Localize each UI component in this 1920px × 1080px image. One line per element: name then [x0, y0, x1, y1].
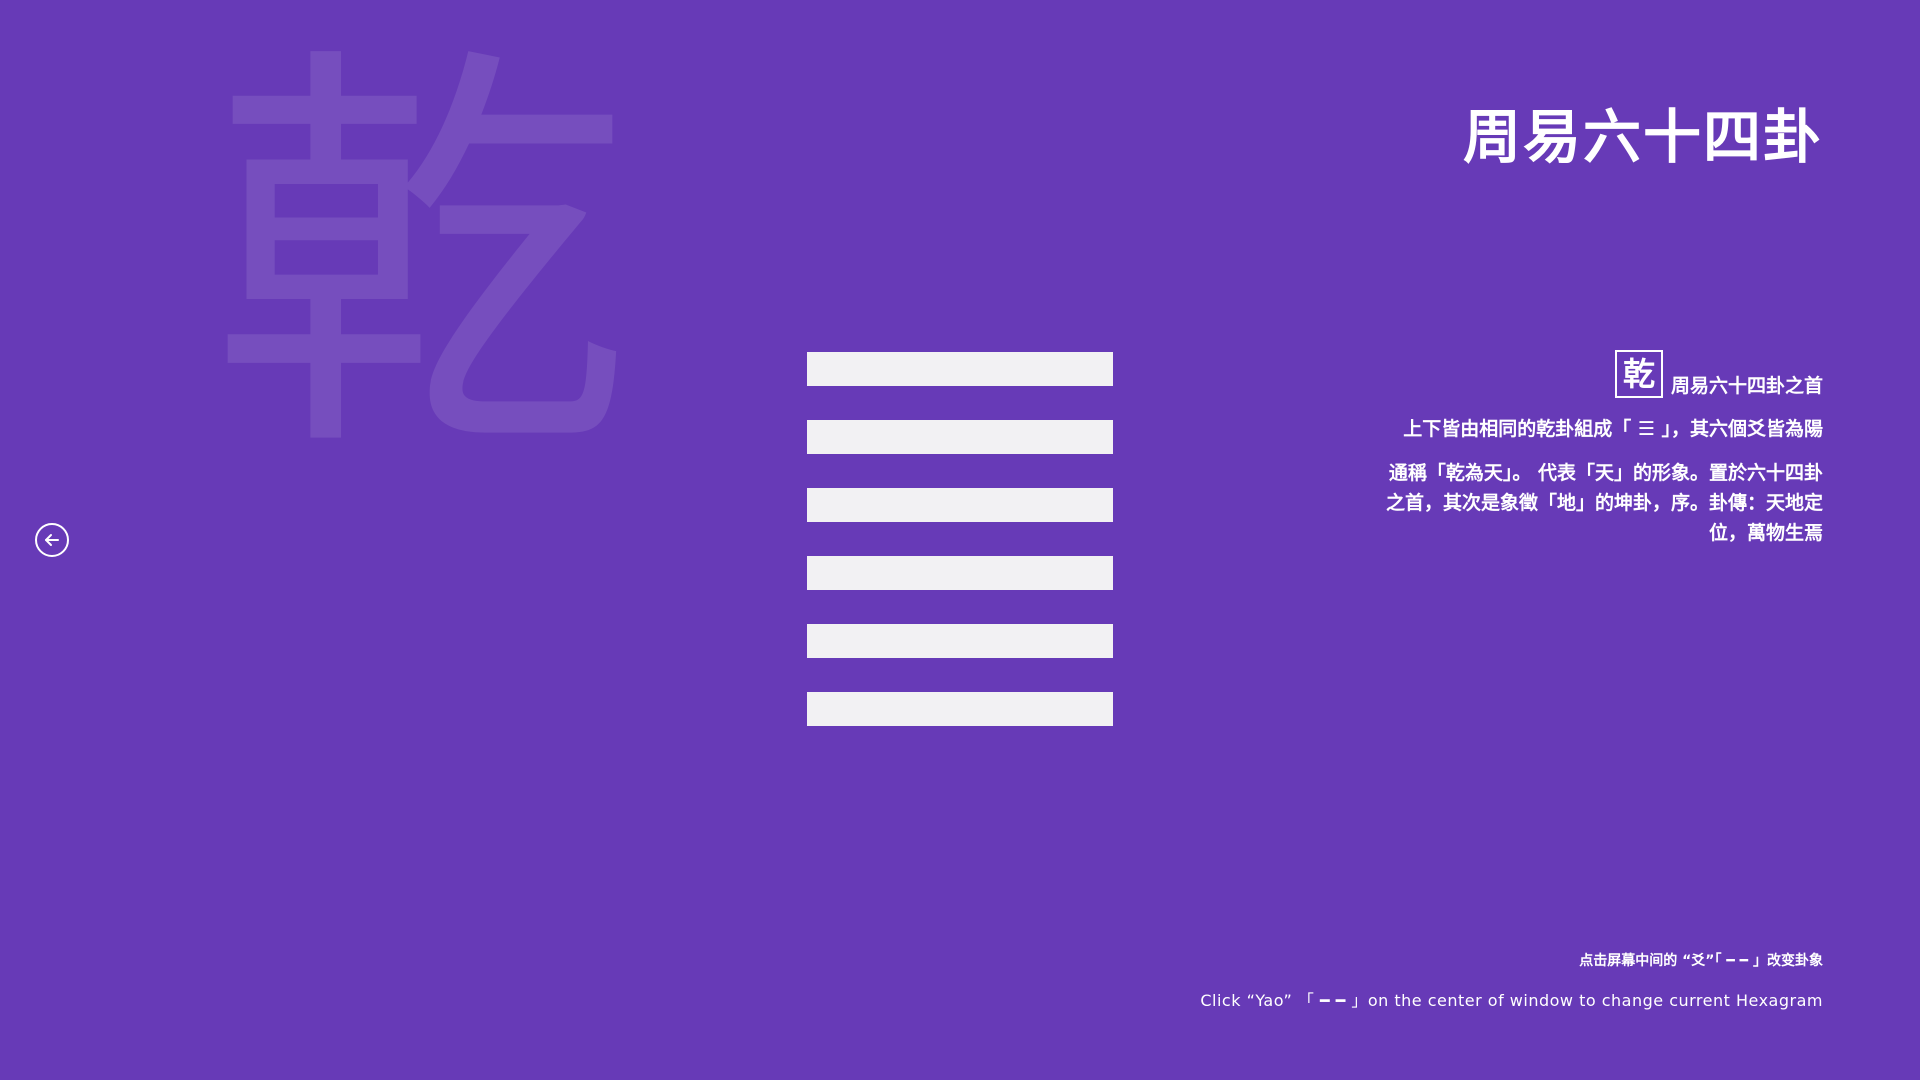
hexagram-info-header: 乾 周易六十四卦之首 [1383, 350, 1823, 398]
app-title: 周易六十四卦 [1462, 103, 1823, 171]
yao-line-2[interactable] [807, 624, 1113, 658]
hexagram-description-2: 通稱「乾為天」。 代表「天」的形象。置於六十四卦之首，其次是象徵「地」的坤卦，序… [1385, 462, 1823, 544]
yao-line-4[interactable] [807, 488, 1113, 522]
hexagram-page: 乾 周易六十四卦 乾 周易六十四卦之首 上下皆由相同的乾卦組成「 ☰ 」，其六個… [0, 0, 1920, 1080]
hint-chinese: 点击屏幕中间的 “爻”「 ━ ━ 」改变卦象 [1579, 953, 1823, 969]
back-button[interactable] [35, 523, 69, 557]
hint-english: Click “Yao” 「 ━ ━ 」on the center of wind… [1200, 991, 1823, 1010]
yao-line-1[interactable] [807, 692, 1113, 726]
yao-line-5[interactable] [807, 420, 1113, 454]
hexagram-name-box: 乾 [1614, 350, 1663, 398]
hexagram [807, 352, 1113, 726]
arrow-left-circle-icon [43, 531, 61, 549]
hexagram-subtitle: 周易六十四卦之首 [1670, 375, 1823, 397]
yao-line-3[interactable] [807, 556, 1113, 590]
hexagram-info: 乾 周易六十四卦之首 上下皆由相同的乾卦組成「 ☰ 」，其六個爻皆為陽 通稱「乾… [1383, 350, 1823, 562]
yao-line-6[interactable] [807, 352, 1113, 386]
background-hexagram-glyph: 乾 [210, 15, 630, 504]
hexagram-description-1: 上下皆由相同的乾卦組成「 ☰ 」，其六個爻皆為陽 [1403, 418, 1823, 440]
